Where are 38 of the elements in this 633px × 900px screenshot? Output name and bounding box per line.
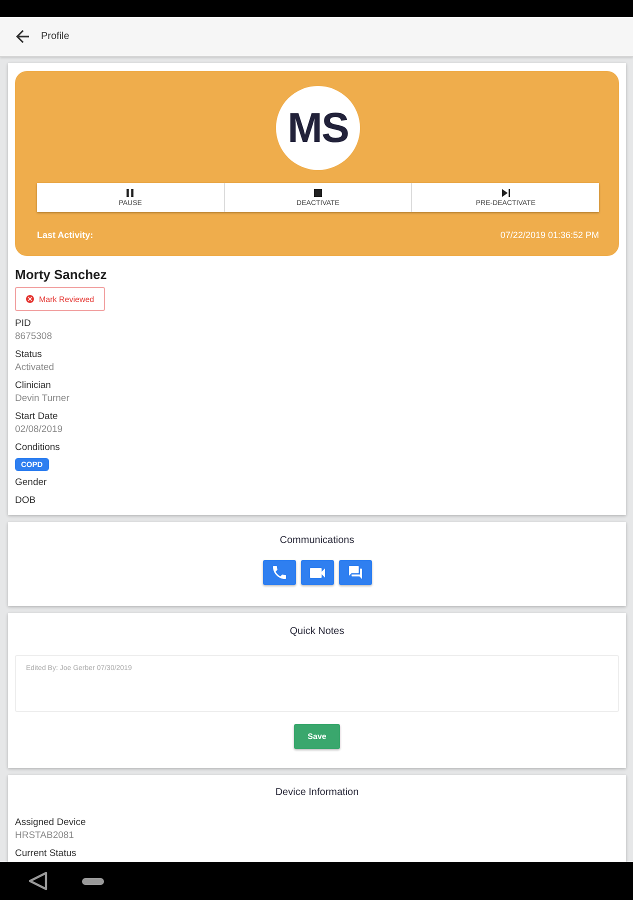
field-label: DOB [15, 494, 36, 507]
field-label: Status [15, 348, 42, 361]
chat-button[interactable] [338, 560, 372, 585]
last-activity-value: 07/22/2019 01:36:52 PM [500, 229, 599, 241]
pause-icon [126, 188, 134, 196]
stop-icon [314, 188, 322, 196]
field-label: Clinician [15, 379, 51, 392]
card-title: Communications [278, 534, 356, 547]
field-label: Assigned Device [15, 816, 86, 829]
field-label: Conditions [15, 441, 60, 454]
phone-icon [272, 566, 286, 579]
video-camera-icon [310, 568, 324, 578]
field-value: HRSTAB2081 [15, 829, 74, 842]
mark-reviewed-button[interactable]: Mark Reviewed [15, 287, 106, 311]
home-pill-icon [82, 878, 104, 884]
field-value: Devin Turner [15, 392, 70, 405]
chat-bubbles-icon [348, 566, 362, 579]
last-activity-label: Last Activity: [37, 229, 94, 241]
back-arrow-icon [16, 30, 29, 43]
field-value: 02/08/2019 [15, 423, 63, 436]
card-title: Quick Notes [288, 625, 346, 638]
field-value: 8675308 [15, 330, 52, 343]
card-title: Device Information [274, 786, 360, 799]
field-value: Activated [15, 361, 54, 374]
home-button[interactable] [82, 878, 104, 884]
back-button[interactable] [16, 30, 29, 43]
phone-button[interactable] [262, 560, 296, 585]
skip-next-icon [502, 188, 510, 196]
back-button[interactable] [28, 871, 48, 891]
patient-name: Morty Sanchez [15, 267, 108, 283]
back-triangle-icon [28, 871, 48, 891]
page-title: Profile [41, 31, 70, 42]
field-label: Current Status [15, 847, 76, 860]
field-label: Start Date [15, 410, 58, 423]
field-label: Gender [15, 476, 47, 489]
video-button[interactable] [300, 560, 334, 585]
field-label: PID [15, 317, 31, 330]
avatar: MS [276, 86, 360, 170]
